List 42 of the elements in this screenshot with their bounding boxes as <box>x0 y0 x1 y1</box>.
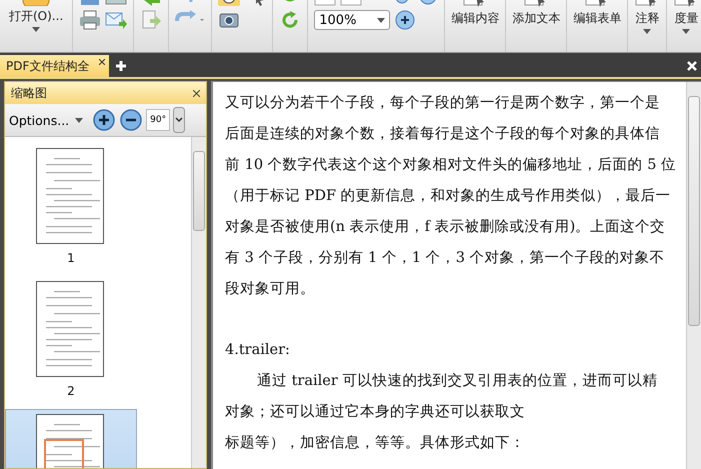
page-thumbnail[interactable] <box>36 281 106 379</box>
panel-title: 缩略图 <box>11 84 47 102</box>
page-number: 1 <box>67 251 75 265</box>
close-icon[interactable] <box>193 90 200 96</box>
zoom-field[interactable]: 100% <box>314 10 390 30</box>
zoom-out-icon[interactable] <box>119 108 144 132</box>
open-button[interactable]: 打开(O)... <box>6 0 66 32</box>
options-button[interactable]: Options... <box>9 112 84 128</box>
zoom-in-icon[interactable] <box>92 108 116 132</box>
text-line: 通过 trailer 可以快速的找到交叉引用表的位置，进而可以精 <box>256 372 658 391</box>
chevron-down-icon[interactable] <box>173 107 186 133</box>
text-line: 标题等），加密信息，等等。具体形式如下： <box>225 434 525 453</box>
caret-icon <box>682 29 690 34</box>
caret-icon <box>377 18 386 22</box>
text-line: 4.trailer: <box>225 341 290 360</box>
caret-icon <box>32 27 40 32</box>
text-line: 对象是否被使用(n 表示使用，f 表示被删除或没有用)。上面这个交 <box>225 218 666 237</box>
zoom-in-icon[interactable] <box>394 10 416 30</box>
caret-icon <box>643 29 652 34</box>
thumbnail-item[interactable]: 2 <box>5 276 137 409</box>
printer-icon[interactable] <box>79 10 102 30</box>
email-icon[interactable] <box>105 10 128 30</box>
text-line: 后面是连续的对象个数，接着每行是这个子段的每个对象的具体信 <box>225 124 660 144</box>
thumbnail-item[interactable]: 1 <box>5 143 137 276</box>
text-line: 又可以分为若干个子段，每个子段的第一行是两个数字，第一个是 <box>225 94 660 113</box>
text-line: （用于标记 PDF 的更新信息，和对象的生成号作用类似），最后一 <box>225 186 671 206</box>
add-tab-icon[interactable] <box>115 60 128 72</box>
text-line: 段对象可用。 <box>225 280 315 299</box>
document-tab[interactable]: PDF文件结构全 <box>0 55 110 77</box>
rotate-button[interactable]: 90° <box>146 109 170 131</box>
scrollbar[interactable] <box>191 137 206 468</box>
tool-button[interactable]: 添加文本 <box>509 0 564 27</box>
text-line: 有 3 个子段，分别有 1 个，1 个，3 个对象，第一个子段的对象不 <box>225 249 665 268</box>
text-line: 前 10 个数字代表这个这个对象相对文件头的偏移地址，后面的 5 位 <box>225 156 676 175</box>
caret-icon <box>75 118 84 122</box>
scrollbar[interactable] <box>686 82 701 469</box>
page-thumbnail[interactable] <box>36 148 106 246</box>
tool-button[interactable]: 编辑表单 <box>570 0 624 27</box>
text-line: 对象；还可以通过它本身的字典还可以获取文 <box>225 402 525 422</box>
tool-button[interactable]: 编辑内容 <box>448 0 502 27</box>
close-icon[interactable] <box>99 59 106 65</box>
page-number: 2 <box>67 384 75 398</box>
